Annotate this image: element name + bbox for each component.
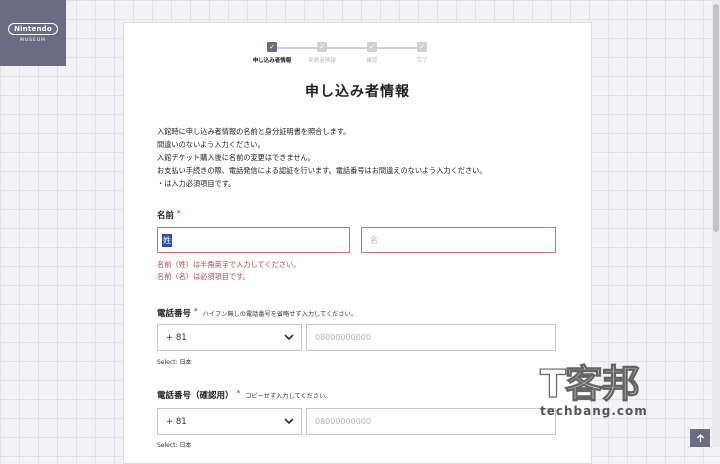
intro-line: 間違いのないよう入力ください。 [157,140,265,149]
country-code-select[interactable]: + 81 [157,324,302,351]
form-card: ✓ 申し込み者情報 ✓ 来館者情報 ✓ 確認 ✓ 完了 申し込み者情報 入館時に… [123,22,592,464]
country-select-note: Select: 日本 [157,359,192,366]
first-name-input[interactable] [361,227,556,253]
country-code-value: + 81 [166,333,187,343]
name-error-mei: 名前（名）は必須項目です。 [157,272,250,281]
required-mark: * [236,389,241,397]
phone-confirm-label: 電話番号（確認用） * コピーせず入力してください。 [157,389,331,401]
arrow-up-icon [696,433,704,442]
name-label: 名前 * [157,209,181,221]
check-icon: ✓ [417,42,427,52]
check-icon: ✓ [267,42,277,52]
back-to-top-button[interactable] [690,429,710,447]
name-error-sei: 名前（姓）は半角英字で入力してください。 [157,260,301,269]
techbang-watermark: T客邦 techbang.com [539,361,690,432]
step-4: ✓ 完了 [392,42,452,64]
phone-hint: ハイフン無しの電話番号を省略せず入力してください。 [202,311,358,318]
name-label-text: 名前 [157,211,175,221]
progress-steps: ✓ 申し込み者情報 ✓ 来館者情報 ✓ 確認 ✓ 完了 [249,42,445,72]
country-code-confirm-select[interactable]: + 81 [157,408,302,435]
phone-input[interactable] [306,324,556,351]
intro-line: ・は入力必須項目です。 [157,179,236,188]
phone-confirm-input[interactable] [306,408,556,435]
intro-text: 入館時に申し込み者情報の名前と身分証明書を照合します。 間違いのないよう入力くだ… [157,125,577,190]
phone-label: 電話番号 * ハイフン無しの電話番号を省略せず入力してください。 [157,307,357,319]
phone-confirm-label-text: 電話番号（確認用） [157,391,234,401]
watermark-url: techbang.com [540,404,648,418]
scroll-thumb[interactable] [713,4,719,232]
country-code-confirm-value: + 81 [166,417,187,427]
country-select-note-confirm: Select: 日本 [157,442,192,449]
last-name-value: 姓 [162,234,172,247]
intro-line: 入館チケット購入後に名前の変更はできません。 [157,153,315,162]
page-title: 申し込み者情報 [305,84,410,100]
logo-brand: Nintendo [8,23,58,35]
step-4-label: 完了 [416,58,428,64]
required-mark: * [194,307,198,315]
watermark-chars: T客邦 [539,361,640,406]
phone-label-text: 電話番号 [157,309,192,319]
check-icon: ✓ [317,42,327,52]
chevron-down-icon [284,334,294,341]
chevron-down-icon [284,418,294,425]
check-icon: ✓ [367,42,377,52]
last-name-input[interactable]: 姓 [157,227,350,253]
intro-line: お支払い手続きの際、電話発信による認証を行います。電話番号はお間違えのないよう入… [157,166,487,175]
logo-sub: MUSEUM [19,38,47,43]
required-mark: * [177,209,181,217]
scrollbar[interactable] [712,0,720,447]
intro-line: 入館時に申し込み者情報の名前と身分証明書を照合します。 [157,127,351,136]
phone-confirm-hint: コピーせず入力してください。 [245,393,332,400]
nintendo-museum-logo[interactable]: Nintendo MUSEUM [0,0,66,66]
